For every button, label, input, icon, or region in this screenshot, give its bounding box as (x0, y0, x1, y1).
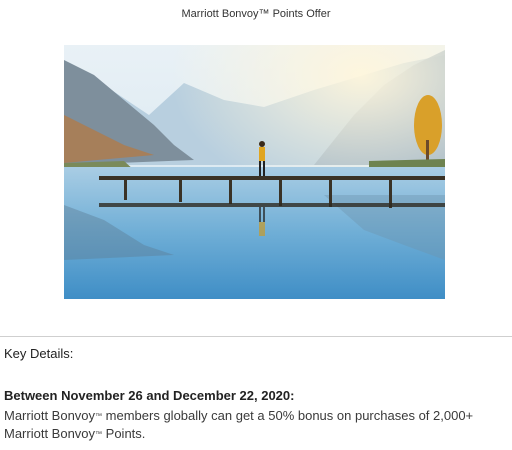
trademark-mark: ™ (95, 413, 103, 420)
offer-text: members globally can get a 50% bonus on … (102, 408, 474, 423)
offer-text: Points. (102, 426, 146, 441)
brand-name: Marriott Bonvoy (4, 426, 96, 441)
trademark-mark: ™ (95, 431, 103, 438)
offer-period: Between November 26 and December 22, 202… (4, 388, 295, 403)
hero-image (64, 45, 445, 299)
offer-title: Marriott Bonvoy™ Points Offer (181, 8, 331, 20)
offer-description: Marriott Bonvoy™ members globally can ge… (4, 407, 508, 443)
brand-name: Marriott Bonvoy (4, 408, 96, 423)
key-details-heading: Key Details: (4, 346, 74, 361)
section-divider (0, 336, 512, 337)
